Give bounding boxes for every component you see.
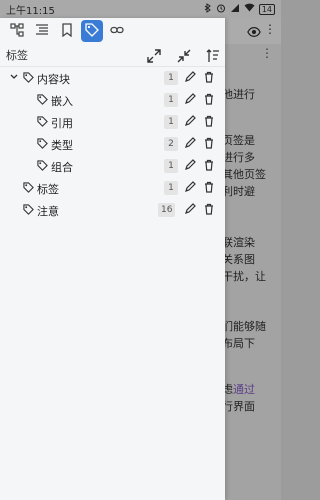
tree-item[interactable]: 组合 1 <box>0 155 225 177</box>
background-more-icon[interactable]: ⋮ <box>261 46 273 60</box>
tree-item-label: 类型 <box>51 139 73 152</box>
trash-icon[interactable] <box>203 115 215 127</box>
background-text: 联渲染 <box>222 236 255 249</box>
trash-icon[interactable] <box>203 93 215 105</box>
edit-icon[interactable] <box>184 181 196 193</box>
tab-link[interactable] <box>106 20 128 42</box>
status-icons: 14 <box>204 2 275 16</box>
tag-icon <box>23 182 34 193</box>
tree-item[interactable]: 引用 1 <box>0 111 225 133</box>
tree-item-label: 组合 <box>51 161 73 174</box>
trash-icon[interactable] <box>203 159 215 171</box>
tree-item[interactable]: 标签 1 <box>0 177 225 199</box>
trash-icon[interactable] <box>203 137 215 149</box>
background-text: 虑通过 <box>222 383 255 396</box>
count-badge: 1 <box>164 159 178 173</box>
status-bar: 上午11:15 14 <box>0 0 281 18</box>
tag-icon <box>37 138 48 149</box>
panel-title: 标签 <box>6 49 28 62</box>
battery-indicator: 14 <box>258 3 275 15</box>
tab-list[interactable] <box>31 20 53 42</box>
tab-outline[interactable] <box>6 20 28 42</box>
edit-icon[interactable] <box>184 159 196 171</box>
count-badge: 2 <box>164 137 178 151</box>
background-text: 其他页签 <box>222 168 266 181</box>
panel-header: 标签 <box>0 44 225 67</box>
edit-icon[interactable] <box>184 93 196 105</box>
tree-item-label: 嵌入 <box>51 95 73 108</box>
tree-item-label: 注意 <box>37 205 59 218</box>
tag-icon <box>23 72 34 83</box>
background-text: 干扰，让 <box>222 270 266 283</box>
count-badge: 1 <box>164 115 178 129</box>
edit-icon[interactable] <box>184 203 196 215</box>
tag-icon <box>85 22 99 41</box>
bluetooth-icon <box>204 2 212 16</box>
tree-item[interactable]: 嵌入 1 <box>0 89 225 111</box>
link-icon <box>110 22 124 41</box>
status-time: 上午11:15 <box>6 5 55 17</box>
tree-item[interactable]: 类型 2 <box>0 133 225 155</box>
background-link[interactable]: 通过 <box>233 383 255 396</box>
tree-item-label: 内容块 <box>37 73 70 86</box>
sort-icon[interactable] <box>206 48 220 62</box>
eye-icon[interactable] <box>247 24 261 38</box>
edit-icon[interactable] <box>184 71 196 83</box>
background-text: 页签是 <box>222 134 255 147</box>
edit-icon[interactable] <box>184 137 196 149</box>
background-text: 他进行 <box>222 88 255 101</box>
background-text: 们能够随 <box>222 320 266 333</box>
count-badge: 16 <box>158 203 176 217</box>
count-badge: 1 <box>164 93 178 107</box>
count-badge: 1 <box>164 71 178 85</box>
tab-bookmark[interactable] <box>56 20 78 42</box>
panel-tabs <box>0 18 225 44</box>
collapse-icon[interactable] <box>177 48 191 63</box>
tag-icon <box>23 204 34 215</box>
expand-icon[interactable] <box>147 48 161 63</box>
background-text: 关系图 <box>222 253 255 266</box>
tag-icon <box>37 94 48 105</box>
trash-icon[interactable] <box>203 71 215 83</box>
wifi-icon <box>244 3 255 15</box>
chevron-down-icon[interactable] <box>9 72 19 82</box>
tree-item-label: 引用 <box>51 117 73 130</box>
tag-tree: 内容块 1 嵌入 1 引用 1 类型 2 组合 1 标签 1 注意 16 <box>0 67 225 221</box>
tag-icon <box>37 116 48 127</box>
edit-icon[interactable] <box>184 115 196 127</box>
signal-icon <box>230 3 240 16</box>
background-text: 进行多 <box>222 151 255 164</box>
tab-tag[interactable] <box>81 20 103 42</box>
tree-item[interactable]: 内容块 1 <box>0 67 225 89</box>
tag-panel: 标签 内容块 1 嵌入 1 引用 1 类型 2 组合 1 标签 1 注意 16 <box>0 18 225 500</box>
list-icon <box>35 22 49 41</box>
trash-icon[interactable] <box>203 203 215 215</box>
trash-icon[interactable] <box>203 181 215 193</box>
tree-item-label: 标签 <box>37 183 59 196</box>
background-text: 行界面 <box>222 400 255 413</box>
tree-item[interactable]: 注意 16 <box>0 199 225 221</box>
alarm-icon <box>216 3 226 16</box>
bookmark-icon <box>60 22 74 41</box>
background-text: 布局下 <box>222 337 255 350</box>
tag-icon <box>37 160 48 171</box>
background-text: 利时避 <box>222 185 255 198</box>
outline-icon <box>10 22 24 41</box>
count-badge: 1 <box>164 181 178 195</box>
more-icon[interactable]: ⋮ <box>264 22 276 36</box>
